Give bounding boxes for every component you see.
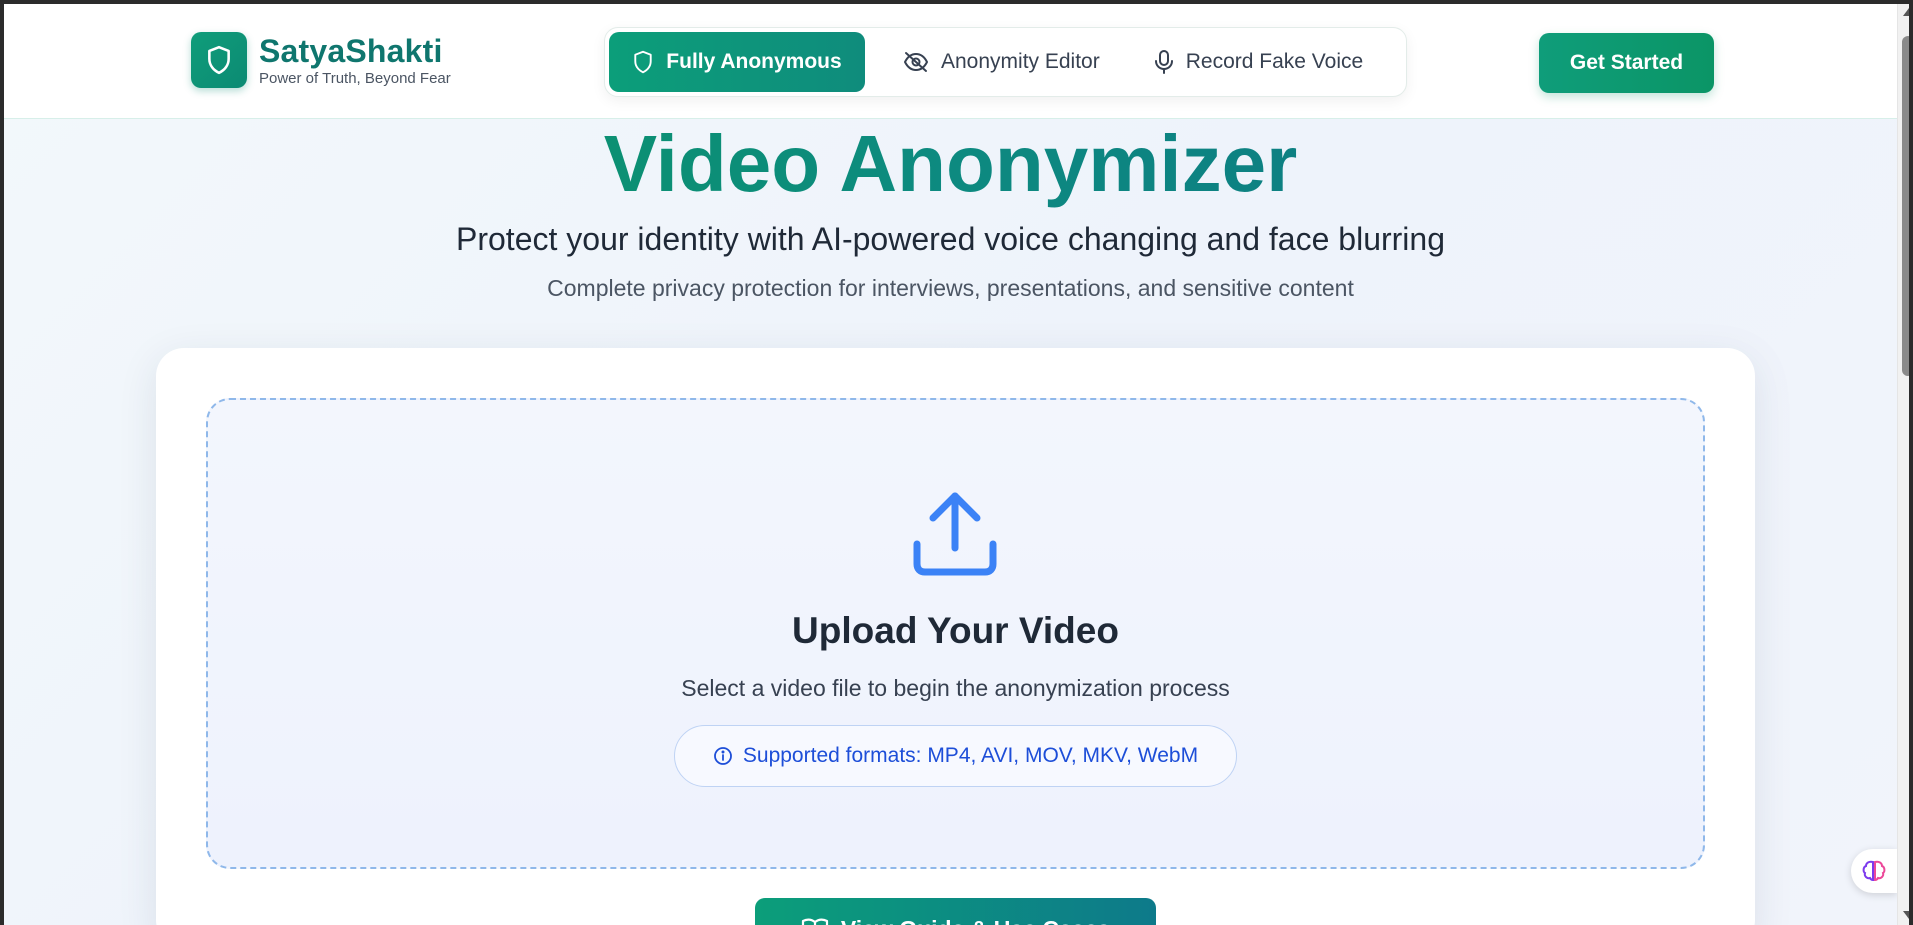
hero-subtitle: Protect your identity with AI-powered vo… bbox=[456, 221, 1445, 257]
page-scrollbar[interactable] bbox=[1897, 4, 1909, 925]
page-title: Video Anonymizer bbox=[4, 116, 1897, 212]
upload-icon bbox=[913, 492, 997, 576]
nav-record-fake-voice[interactable]: Record Fake Voice bbox=[1136, 32, 1381, 92]
assistant-widget[interactable] bbox=[1851, 849, 1897, 893]
hero-description: Complete privacy protection for intervie… bbox=[547, 275, 1354, 301]
upload-description: Select a video file to begin the anonymi… bbox=[681, 675, 1230, 701]
shield-icon bbox=[634, 50, 652, 74]
browser-window: SatyaShakti Power of Truth, Beyond Fear … bbox=[0, 0, 1913, 925]
brand-tagline: Power of Truth, Beyond Fear bbox=[259, 69, 451, 87]
microphone-icon bbox=[1154, 50, 1173, 74]
nav-label: Anonymity Editor bbox=[941, 50, 1100, 73]
view-guide-button[interactable]: View Guide & Use Cases bbox=[755, 898, 1156, 925]
scroll-thumb[interactable] bbox=[1902, 36, 1909, 376]
scroll-down-arrow-icon[interactable] bbox=[1903, 911, 1909, 919]
nav-label: Record Fake Voice bbox=[1185, 50, 1364, 73]
main-nav: Fully Anonymous Anonymity Editor Record … bbox=[604, 27, 1407, 97]
site-header: SatyaShakti Power of Truth, Beyond Fear … bbox=[4, 4, 1897, 119]
shield-logo-icon bbox=[191, 32, 247, 88]
eye-off-icon bbox=[904, 52, 928, 72]
brain-icon bbox=[1862, 860, 1886, 882]
get-started-button[interactable]: Get Started bbox=[1539, 33, 1714, 93]
info-icon bbox=[713, 747, 732, 765]
upload-title: Upload Your Video bbox=[792, 610, 1119, 651]
nav-fully-anonymous[interactable]: Fully Anonymous bbox=[609, 32, 865, 92]
nav-label: Fully Anonymous bbox=[666, 50, 842, 73]
brand-name: SatyaShakti bbox=[259, 32, 443, 69]
supported-formats-badge: Supported formats: MP4, AVI, MOV, MKV, W… bbox=[674, 725, 1237, 787]
upload-card: Upload Your Video Select a video file to… bbox=[156, 348, 1755, 925]
brand[interactable]: SatyaShakti Power of Truth, Beyond Fear bbox=[191, 32, 451, 88]
view-guide-label: View Guide & Use Cases bbox=[841, 916, 1110, 925]
formats-text: Supported formats: MP4, AVI, MOV, MKV, W… bbox=[742, 744, 1199, 767]
video-dropzone[interactable]: Upload Your Video Select a video file to… bbox=[206, 398, 1705, 869]
nav-anonymity-editor[interactable]: Anonymity Editor bbox=[885, 32, 1118, 92]
scroll-up-arrow-icon[interactable] bbox=[1903, 8, 1909, 16]
book-open-icon bbox=[801, 918, 828, 925]
